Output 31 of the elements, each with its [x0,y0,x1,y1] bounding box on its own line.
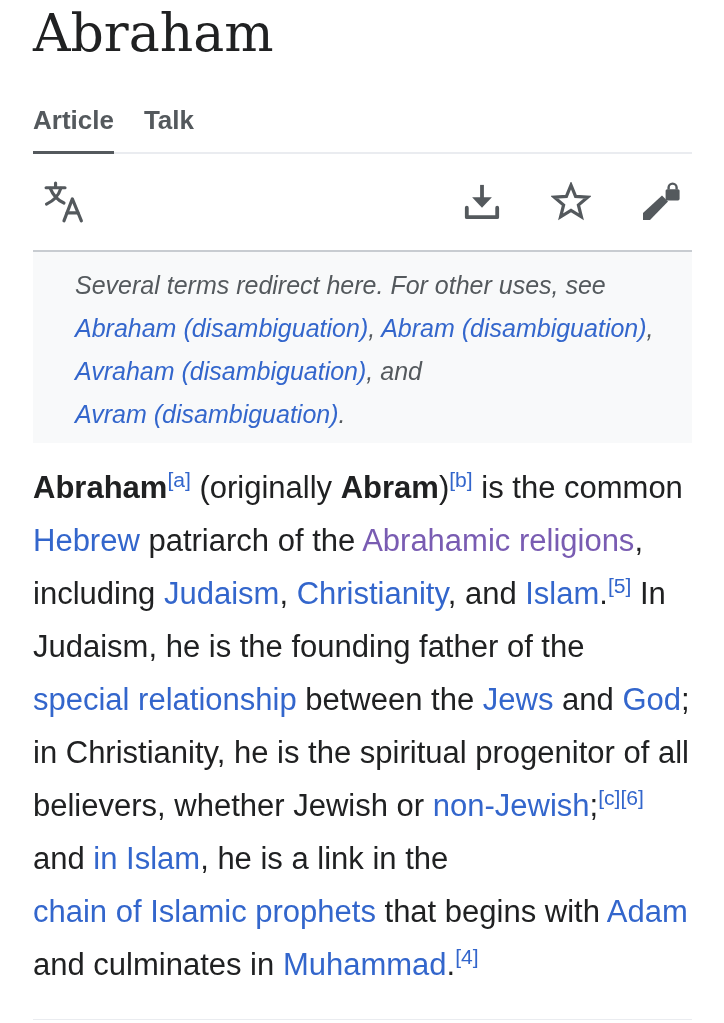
citation-link[interactable]: [5] [607,573,632,597]
citation-link[interactable]: [4] [455,944,479,968]
pencil-lock-icon[interactable] [641,182,681,222]
link[interactable]: chain of Islamic prophets [33,894,376,929]
hatnote: Several terms redirect here. For other uses, see Abraham (disambiguation), Abram (disambiguation), Avraham (disambiguation), and Avram (disambiguation). [33,252,692,443]
tab[interactable]: Talk [143,66,195,154]
link[interactable]: Jews [482,682,554,717]
link[interactable]: non-Jewish [432,788,590,823]
link[interactable]: Avram (disambiguation) [75,400,339,428]
link[interactable]: Islam [525,576,600,611]
star-icon[interactable] [551,182,591,222]
tab[interactable]: Article [33,66,114,154]
citation-link[interactable]: [c] [598,785,621,809]
link[interactable]: God [622,682,681,717]
link[interactable]: Avraham (disambiguation) [75,357,367,385]
page-title: Abraham [33,2,275,65]
citation-link[interactable]: [a] [167,467,191,491]
translate-icon[interactable] [44,181,86,223]
link[interactable]: special relationship [33,682,297,717]
link[interactable]: Muhammad [282,947,447,982]
link[interactable]: Abram (disambiguation) [381,314,647,342]
link[interactable]: Abrahamic religions [362,523,635,558]
link[interactable]: Judaism [164,576,280,611]
link[interactable]: Christianity [296,576,448,611]
link[interactable]: in Islam [93,841,201,876]
citation-link[interactable]: [6] [620,785,644,809]
download-icon[interactable] [463,183,501,221]
link[interactable]: Adam [606,894,688,929]
link[interactable]: Abraham (disambiguation) [75,314,369,342]
link[interactable]: Hebrew [33,523,140,558]
citation-link[interactable]: [b] [449,467,473,491]
